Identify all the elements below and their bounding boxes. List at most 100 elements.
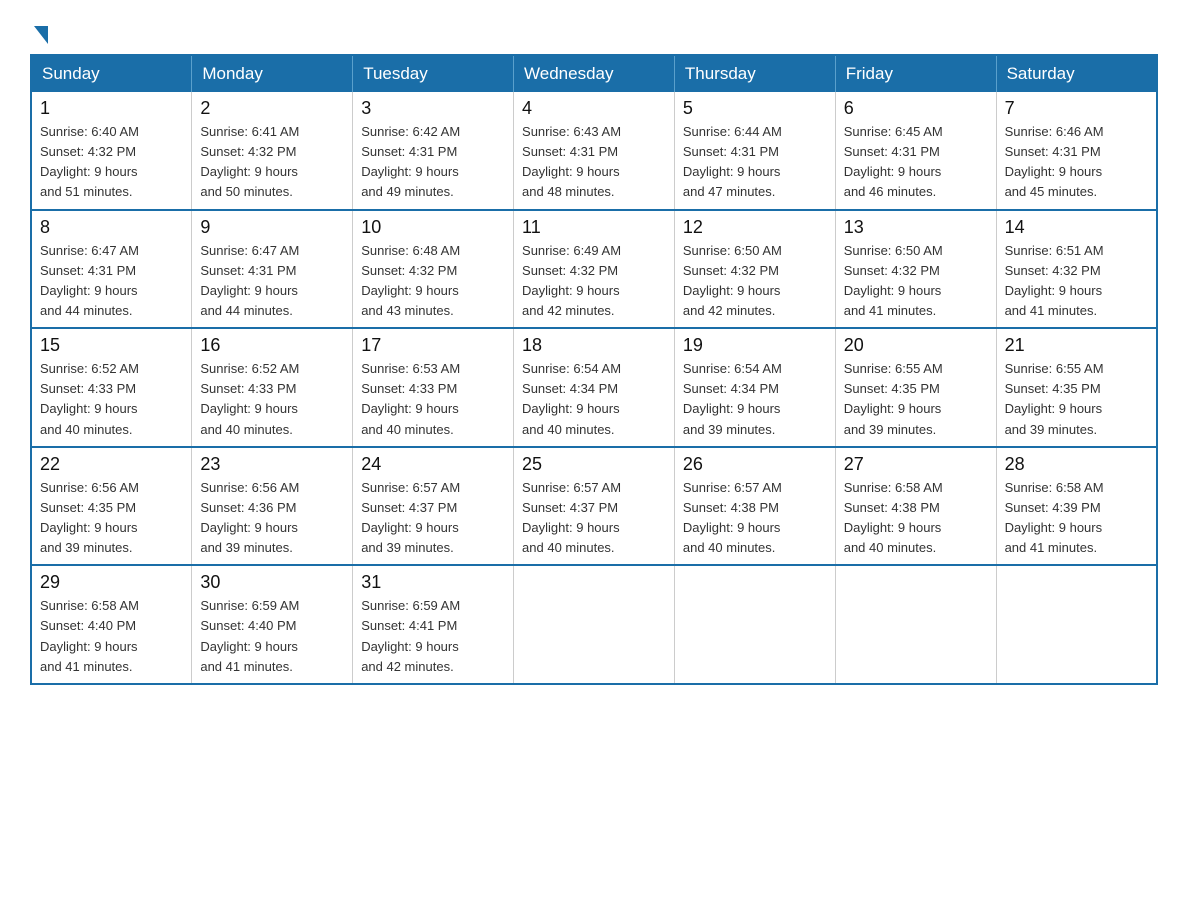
day-info: Sunrise: 6:48 AMSunset: 4:32 PMDaylight:…	[361, 243, 460, 318]
day-number: 2	[200, 98, 344, 119]
calendar-cell	[514, 565, 675, 684]
calendar-cell: 28 Sunrise: 6:58 AMSunset: 4:39 PMDaylig…	[996, 447, 1157, 566]
header-day-monday: Monday	[192, 55, 353, 92]
day-number: 31	[361, 572, 505, 593]
calendar-week-1: 1 Sunrise: 6:40 AMSunset: 4:32 PMDayligh…	[31, 92, 1157, 210]
day-info: Sunrise: 6:47 AMSunset: 4:31 PMDaylight:…	[200, 243, 299, 318]
day-info: Sunrise: 6:43 AMSunset: 4:31 PMDaylight:…	[522, 124, 621, 199]
day-number: 18	[522, 335, 666, 356]
calendar-cell: 9 Sunrise: 6:47 AMSunset: 4:31 PMDayligh…	[192, 210, 353, 329]
calendar-cell: 23 Sunrise: 6:56 AMSunset: 4:36 PMDaylig…	[192, 447, 353, 566]
calendar-cell: 8 Sunrise: 6:47 AMSunset: 4:31 PMDayligh…	[31, 210, 192, 329]
calendar-cell: 11 Sunrise: 6:49 AMSunset: 4:32 PMDaylig…	[514, 210, 675, 329]
day-info: Sunrise: 6:46 AMSunset: 4:31 PMDaylight:…	[1005, 124, 1104, 199]
calendar-cell: 13 Sunrise: 6:50 AMSunset: 4:32 PMDaylig…	[835, 210, 996, 329]
calendar-cell: 25 Sunrise: 6:57 AMSunset: 4:37 PMDaylig…	[514, 447, 675, 566]
calendar-cell: 22 Sunrise: 6:56 AMSunset: 4:35 PMDaylig…	[31, 447, 192, 566]
header-day-wednesday: Wednesday	[514, 55, 675, 92]
calendar-cell: 16 Sunrise: 6:52 AMSunset: 4:33 PMDaylig…	[192, 328, 353, 447]
day-info: Sunrise: 6:51 AMSunset: 4:32 PMDaylight:…	[1005, 243, 1104, 318]
day-number: 19	[683, 335, 827, 356]
day-info: Sunrise: 6:42 AMSunset: 4:31 PMDaylight:…	[361, 124, 460, 199]
calendar-cell: 15 Sunrise: 6:52 AMSunset: 4:33 PMDaylig…	[31, 328, 192, 447]
day-number: 9	[200, 217, 344, 238]
day-number: 11	[522, 217, 666, 238]
day-number: 27	[844, 454, 988, 475]
day-number: 1	[40, 98, 183, 119]
day-number: 21	[1005, 335, 1148, 356]
calendar-cell: 24 Sunrise: 6:57 AMSunset: 4:37 PMDaylig…	[353, 447, 514, 566]
calendar-cell: 19 Sunrise: 6:54 AMSunset: 4:34 PMDaylig…	[674, 328, 835, 447]
day-info: Sunrise: 6:57 AMSunset: 4:37 PMDaylight:…	[522, 480, 621, 555]
calendar-cell: 26 Sunrise: 6:57 AMSunset: 4:38 PMDaylig…	[674, 447, 835, 566]
day-number: 7	[1005, 98, 1148, 119]
day-number: 17	[361, 335, 505, 356]
day-info: Sunrise: 6:55 AMSunset: 4:35 PMDaylight:…	[1005, 361, 1104, 436]
calendar-cell: 1 Sunrise: 6:40 AMSunset: 4:32 PMDayligh…	[31, 92, 192, 210]
calendar-table: SundayMondayTuesdayWednesdayThursdayFrid…	[30, 54, 1158, 685]
calendar-cell: 21 Sunrise: 6:55 AMSunset: 4:35 PMDaylig…	[996, 328, 1157, 447]
day-info: Sunrise: 6:41 AMSunset: 4:32 PMDaylight:…	[200, 124, 299, 199]
day-info: Sunrise: 6:47 AMSunset: 4:31 PMDaylight:…	[40, 243, 139, 318]
calendar-cell: 27 Sunrise: 6:58 AMSunset: 4:38 PMDaylig…	[835, 447, 996, 566]
day-info: Sunrise: 6:56 AMSunset: 4:36 PMDaylight:…	[200, 480, 299, 555]
day-info: Sunrise: 6:57 AMSunset: 4:37 PMDaylight:…	[361, 480, 460, 555]
day-info: Sunrise: 6:58 AMSunset: 4:39 PMDaylight:…	[1005, 480, 1104, 555]
calendar-cell: 20 Sunrise: 6:55 AMSunset: 4:35 PMDaylig…	[835, 328, 996, 447]
day-info: Sunrise: 6:45 AMSunset: 4:31 PMDaylight:…	[844, 124, 943, 199]
day-info: Sunrise: 6:53 AMSunset: 4:33 PMDaylight:…	[361, 361, 460, 436]
calendar-cell	[835, 565, 996, 684]
day-number: 29	[40, 572, 183, 593]
day-info: Sunrise: 6:40 AMSunset: 4:32 PMDaylight:…	[40, 124, 139, 199]
day-number: 30	[200, 572, 344, 593]
calendar-week-3: 15 Sunrise: 6:52 AMSunset: 4:33 PMDaylig…	[31, 328, 1157, 447]
day-info: Sunrise: 6:52 AMSunset: 4:33 PMDaylight:…	[200, 361, 299, 436]
day-info: Sunrise: 6:55 AMSunset: 4:35 PMDaylight:…	[844, 361, 943, 436]
day-info: Sunrise: 6:56 AMSunset: 4:35 PMDaylight:…	[40, 480, 139, 555]
calendar-week-4: 22 Sunrise: 6:56 AMSunset: 4:35 PMDaylig…	[31, 447, 1157, 566]
calendar-cell: 17 Sunrise: 6:53 AMSunset: 4:33 PMDaylig…	[353, 328, 514, 447]
calendar-week-2: 8 Sunrise: 6:47 AMSunset: 4:31 PMDayligh…	[31, 210, 1157, 329]
day-info: Sunrise: 6:52 AMSunset: 4:33 PMDaylight:…	[40, 361, 139, 436]
calendar-cell: 30 Sunrise: 6:59 AMSunset: 4:40 PMDaylig…	[192, 565, 353, 684]
day-number: 28	[1005, 454, 1148, 475]
calendar-cell	[996, 565, 1157, 684]
day-info: Sunrise: 6:54 AMSunset: 4:34 PMDaylight:…	[522, 361, 621, 436]
calendar-cell: 2 Sunrise: 6:41 AMSunset: 4:32 PMDayligh…	[192, 92, 353, 210]
calendar-cell: 3 Sunrise: 6:42 AMSunset: 4:31 PMDayligh…	[353, 92, 514, 210]
calendar-cell: 5 Sunrise: 6:44 AMSunset: 4:31 PMDayligh…	[674, 92, 835, 210]
calendar-cell: 12 Sunrise: 6:50 AMSunset: 4:32 PMDaylig…	[674, 210, 835, 329]
header-day-saturday: Saturday	[996, 55, 1157, 92]
day-number: 10	[361, 217, 505, 238]
calendar-cell: 29 Sunrise: 6:58 AMSunset: 4:40 PMDaylig…	[31, 565, 192, 684]
header-day-tuesday: Tuesday	[353, 55, 514, 92]
day-info: Sunrise: 6:59 AMSunset: 4:40 PMDaylight:…	[200, 598, 299, 673]
calendar-week-5: 29 Sunrise: 6:58 AMSunset: 4:40 PMDaylig…	[31, 565, 1157, 684]
day-info: Sunrise: 6:54 AMSunset: 4:34 PMDaylight:…	[683, 361, 782, 436]
day-number: 3	[361, 98, 505, 119]
day-number: 12	[683, 217, 827, 238]
day-number: 23	[200, 454, 344, 475]
day-info: Sunrise: 6:58 AMSunset: 4:38 PMDaylight:…	[844, 480, 943, 555]
day-info: Sunrise: 6:50 AMSunset: 4:32 PMDaylight:…	[844, 243, 943, 318]
day-number: 16	[200, 335, 344, 356]
day-info: Sunrise: 6:58 AMSunset: 4:40 PMDaylight:…	[40, 598, 139, 673]
header-day-thursday: Thursday	[674, 55, 835, 92]
header-day-sunday: Sunday	[31, 55, 192, 92]
header-row: SundayMondayTuesdayWednesdayThursdayFrid…	[31, 55, 1157, 92]
day-number: 4	[522, 98, 666, 119]
day-number: 6	[844, 98, 988, 119]
day-number: 20	[844, 335, 988, 356]
calendar-cell: 14 Sunrise: 6:51 AMSunset: 4:32 PMDaylig…	[996, 210, 1157, 329]
header-day-friday: Friday	[835, 55, 996, 92]
day-number: 22	[40, 454, 183, 475]
calendar-cell: 4 Sunrise: 6:43 AMSunset: 4:31 PMDayligh…	[514, 92, 675, 210]
day-number: 14	[1005, 217, 1148, 238]
calendar-cell	[674, 565, 835, 684]
day-info: Sunrise: 6:49 AMSunset: 4:32 PMDaylight:…	[522, 243, 621, 318]
day-number: 13	[844, 217, 988, 238]
calendar-cell: 10 Sunrise: 6:48 AMSunset: 4:32 PMDaylig…	[353, 210, 514, 329]
calendar-cell: 6 Sunrise: 6:45 AMSunset: 4:31 PMDayligh…	[835, 92, 996, 210]
calendar-cell: 18 Sunrise: 6:54 AMSunset: 4:34 PMDaylig…	[514, 328, 675, 447]
logo	[30, 20, 64, 44]
